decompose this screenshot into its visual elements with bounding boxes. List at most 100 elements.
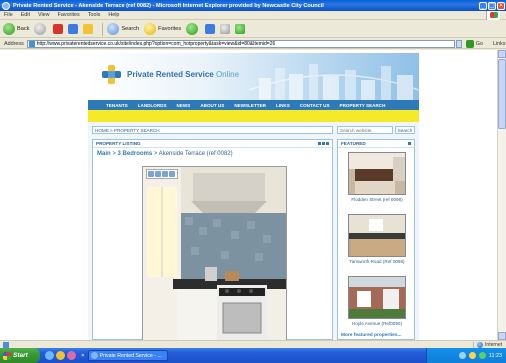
address-dropdown-button[interactable] (455, 39, 462, 48)
mail-button[interactable] (205, 24, 216, 34)
menu-help[interactable]: Help (108, 12, 119, 18)
system-tray: 11:23 (426, 348, 506, 363)
photo-toolbar (146, 169, 178, 179)
refresh-button[interactable] (68, 24, 79, 34)
nav-landlords[interactable]: LANDLORDS (138, 103, 167, 108)
site-container: Private Rented Service Online TENANTS LA… (88, 53, 419, 340)
menu-view[interactable]: View (38, 12, 50, 18)
vertical-scrollbar[interactable] (497, 50, 506, 340)
go-arrow-icon (465, 39, 474, 48)
nav-newsletter[interactable]: NEWSLETTER (234, 103, 266, 108)
address-input[interactable] (36, 40, 447, 47)
menu-bar: File Edit View Favorites Tools Help (0, 11, 506, 20)
help-tray-icon[interactable] (458, 352, 466, 359)
featured-item[interactable]: Flodden Street (ref 0096) (338, 152, 416, 202)
ie-icon (90, 352, 98, 359)
close-button[interactable]: × (497, 1, 505, 10)
volume-tray-icon[interactable] (478, 352, 486, 359)
nav-links[interactable]: LINKS (276, 103, 290, 108)
messenger-button[interactable] (235, 24, 246, 34)
forward-arrow-icon (34, 23, 47, 35)
windows-logo-icon (486, 11, 500, 20)
save-icon[interactable] (148, 171, 154, 177)
media-quicklaunch-icon[interactable] (67, 351, 76, 360)
crumb-main[interactable]: Main (97, 151, 111, 157)
forward-button[interactable] (34, 23, 48, 35)
panel-dot-icon (407, 142, 411, 145)
search-label: Search (121, 26, 140, 32)
folder-icon[interactable] (169, 171, 175, 177)
address-field[interactable] (26, 39, 455, 48)
favorites-button[interactable]: Favorites (144, 23, 181, 35)
email-icon[interactable] (162, 171, 168, 177)
minimize-button[interactable]: _ (479, 1, 487, 10)
featured-thumbnail[interactable] (348, 214, 406, 257)
print-icon (220, 24, 231, 34)
back-button[interactable]: Back (3, 23, 29, 35)
print-icon[interactable] (155, 171, 161, 177)
scroll-down-button[interactable] (498, 332, 506, 340)
go-label: Go (475, 40, 483, 47)
featured-item[interactable]: Hoyle Avenue (Ref0090) (338, 276, 416, 326)
browser-viewport: Private Rented Service Online TENANTS LA… (0, 50, 497, 340)
featured-caption[interactable]: Hoyle Avenue (Ref0090) (338, 321, 416, 326)
address-label: Address (4, 40, 24, 47)
windows-flag-icon (3, 351, 11, 360)
featured-thumbnail[interactable] (348, 276, 406, 319)
network-tray-icon[interactable] (468, 352, 476, 359)
site-brand[interactable]: Private Rented Service Online (127, 70, 239, 79)
scroll-up-button[interactable] (498, 50, 506, 58)
history-button[interactable] (186, 23, 200, 35)
nav-tenants[interactable]: TENANTS (106, 103, 128, 108)
featured-thumbnail[interactable] (348, 152, 406, 195)
window-title: Private Rented Service - Akenside Terrac… (13, 2, 324, 9)
menu-tools[interactable]: Tools (88, 12, 101, 18)
links-button[interactable]: Links (493, 41, 506, 47)
property-photo[interactable] (142, 166, 287, 340)
crumb-bedrooms[interactable]: 3 Bedrooms (118, 151, 153, 157)
property-listing-panel: PROPERTY LISTING Main > 3 Bedrooms > Ake… (92, 139, 333, 340)
site-logo-icon (102, 65, 122, 85)
print-button[interactable] (220, 24, 231, 34)
featured-caption[interactable]: Flodden Street (ref 0096) (338, 197, 416, 202)
nav-news[interactable]: NEWS (177, 103, 191, 108)
zone-label: Internet (485, 341, 502, 348)
ie-icon (2, 1, 10, 10)
nav-about-us[interactable]: ABOUT US (200, 103, 224, 108)
taskbar-item-browser[interactable]: Private Rented Service - ... (87, 350, 168, 361)
toolbar-separator (102, 22, 104, 36)
star-icon (144, 23, 157, 35)
site-banner: Private Rented Service Online (88, 53, 419, 100)
messenger-icon (235, 24, 246, 34)
search-icon (107, 23, 120, 35)
chevron-icon[interactable]: » (81, 352, 85, 359)
globe-icon (477, 341, 484, 348)
more-featured-link[interactable]: More featured properties... (341, 333, 402, 338)
maximize-button[interactable]: □ (488, 1, 496, 10)
search-button[interactable]: Search (107, 23, 139, 35)
site-search-button[interactable]: Search (395, 126, 415, 134)
ie-quicklaunch-icon[interactable] (45, 351, 54, 360)
menu-edit[interactable]: Edit (21, 12, 30, 18)
nav-property-search[interactable]: PROPERTY SEARCH (340, 103, 386, 108)
crumb-separator: > (110, 151, 118, 157)
menu-favorites[interactable]: Favorites (58, 12, 80, 18)
folder-quicklaunch-icon[interactable] (56, 351, 65, 360)
brand-suffix: Online (215, 70, 240, 79)
start-label: Start (13, 352, 28, 359)
featured-caption[interactable]: Tamworth Road (Ref 0098) (338, 259, 416, 264)
home-button[interactable] (83, 24, 94, 34)
start-button[interactable]: Start (0, 348, 40, 363)
scroll-thumb[interactable] (498, 59, 506, 129)
site-search-input[interactable] (337, 126, 393, 134)
go-button[interactable]: Go (465, 39, 483, 48)
city-skyline-image (249, 64, 419, 100)
featured-item[interactable]: Tamworth Road (Ref 0098) (338, 214, 416, 264)
stop-button[interactable] (53, 24, 64, 34)
refresh-icon (68, 24, 79, 34)
yellow-strip (88, 110, 419, 122)
clock: 11:23 (488, 352, 502, 359)
nav-contact-us[interactable]: CONTACT US (300, 103, 330, 108)
breadcrumb[interactable]: HOME > PROPERTY SEARCH (92, 126, 333, 134)
menu-file[interactable]: File (4, 12, 13, 18)
